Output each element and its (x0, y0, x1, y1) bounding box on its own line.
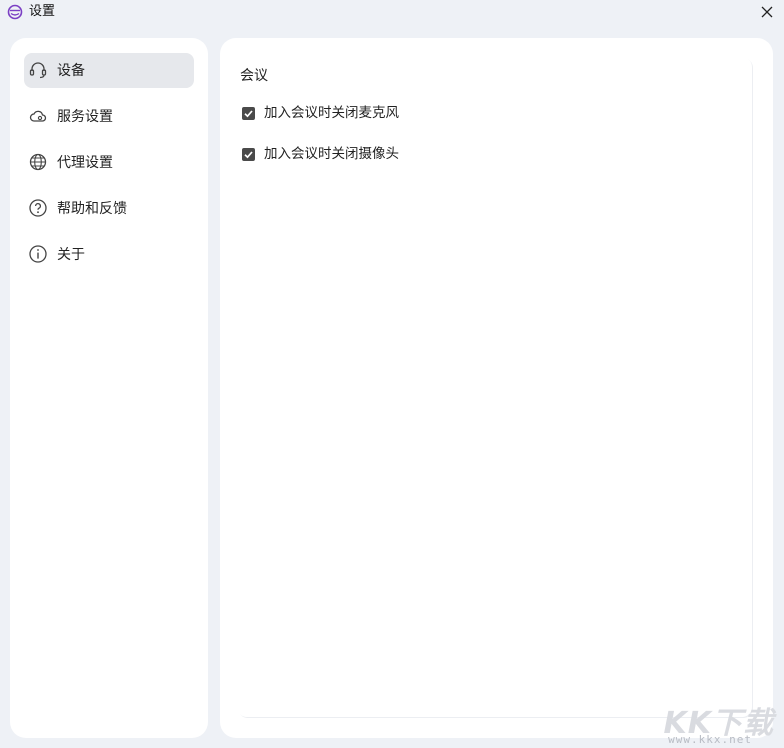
sidebar-item-proxy-settings[interactable]: 代理设置 (24, 145, 194, 180)
close-icon (761, 6, 773, 18)
title-bar: 设置 (0, 0, 784, 26)
info-icon (28, 244, 48, 264)
settings-card: 会议 加入会议时关闭麦克风 加入会议时关闭摄像头 (238, 58, 753, 718)
disable-camera-checkbox[interactable] (242, 147, 255, 161)
sidebar-item-label: 代理设置 (57, 155, 113, 171)
checkmark-icon (244, 150, 253, 158)
sidebar-item-label: 帮助和反馈 (57, 201, 127, 217)
mute-mic-checkbox[interactable] (242, 106, 255, 120)
app-logo-icon (7, 4, 23, 20)
main-panel: 会议 加入会议时关闭麦克风 加入会议时关闭摄像头 (220, 38, 773, 738)
watermark: KK下载 www.kkx.net (648, 698, 778, 746)
sidebar-item-device[interactable]: 设备 (24, 53, 194, 88)
close-button[interactable] (758, 3, 776, 21)
disable-camera-on-join-option[interactable]: 加入会议时关闭摄像头 (242, 145, 399, 163)
sidebar-item-label: 设备 (57, 63, 85, 79)
sidebar: 设备 服务设置 代理设置 帮助和反馈 关于 (10, 38, 208, 738)
window-title: 设置 (29, 4, 56, 19)
sidebar-item-label: 服务设置 (57, 109, 113, 125)
section-title: 会议 (240, 68, 268, 84)
sidebar-item-label: 关于 (57, 247, 85, 263)
sidebar-item-help-feedback[interactable]: 帮助和反馈 (24, 191, 194, 226)
checkmark-icon (244, 109, 253, 117)
question-icon (28, 198, 48, 218)
globe-icon (28, 152, 48, 172)
watermark-url: www.kkx.net (668, 733, 752, 746)
headset-icon (28, 60, 48, 80)
sidebar-item-service-settings[interactable]: 服务设置 (24, 99, 194, 134)
mute-mic-on-join-option[interactable]: 加入会议时关闭麦克风 (242, 104, 399, 122)
option-label: 加入会议时关闭摄像头 (264, 146, 399, 162)
sidebar-item-about[interactable]: 关于 (24, 237, 194, 272)
option-label: 加入会议时关闭麦克风 (264, 105, 399, 121)
cloud-icon (28, 106, 48, 126)
